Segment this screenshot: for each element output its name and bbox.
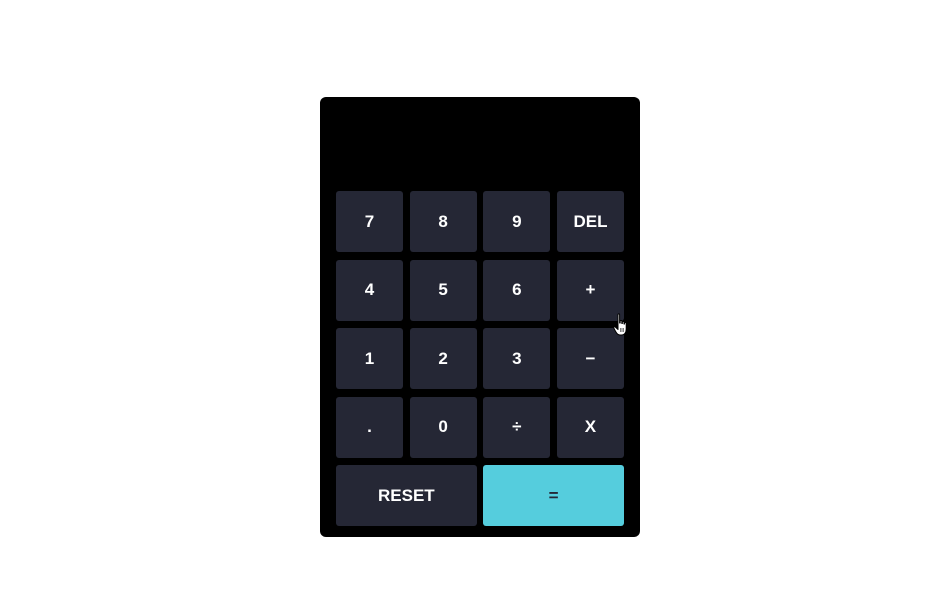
- key-5[interactable]: 5: [409, 259, 477, 321]
- key-1[interactable]: 1: [336, 328, 403, 389]
- keypad: 7 8 9 DEL 4 5 6 + 1 2 3 − . 0 ÷ X RESET …: [336, 191, 624, 526]
- multiply-button[interactable]: X: [556, 396, 624, 458]
- equals-button[interactable]: =: [483, 465, 624, 526]
- calculator-display: [336, 107, 624, 187]
- add-button[interactable]: +: [556, 259, 624, 321]
- delete-button[interactable]: DEL: [556, 191, 624, 252]
- key-7[interactable]: 7: [336, 191, 403, 252]
- key-8[interactable]: 8: [409, 191, 477, 252]
- subtract-button[interactable]: −: [556, 328, 624, 389]
- calculator-panel: 7 8 9 DEL 4 5 6 + 1 2 3 − . 0 ÷ X RESET …: [320, 97, 640, 537]
- reset-button[interactable]: RESET: [336, 465, 477, 526]
- key-2[interactable]: 2: [409, 328, 477, 389]
- key-6[interactable]: 6: [483, 259, 551, 321]
- key-4[interactable]: 4: [336, 259, 403, 321]
- key-0[interactable]: 0: [409, 396, 477, 458]
- key-9[interactable]: 9: [483, 191, 551, 252]
- key-3[interactable]: 3: [483, 328, 551, 389]
- divide-button[interactable]: ÷: [483, 396, 551, 458]
- decimal-button[interactable]: .: [336, 396, 403, 458]
